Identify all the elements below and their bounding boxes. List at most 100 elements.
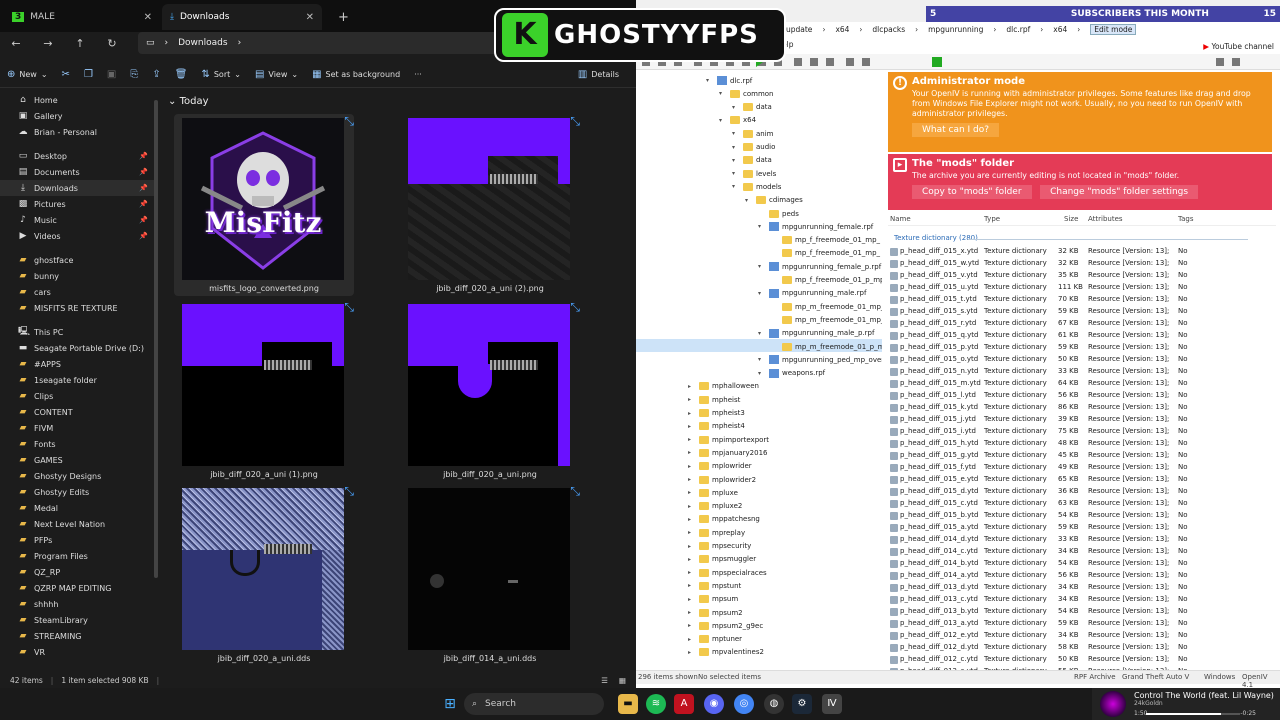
chevron-right-icon[interactable]: ▸ [688,582,696,589]
tree-node[interactable]: ▸ mphalloween [688,380,759,393]
file-tile[interactable]: ⤡ jbib_diff_014_a_uni.dds [400,484,580,666]
sidebar-item[interactable]: ▰ Fonts [0,436,158,452]
tree-node[interactable]: ▸ mpsum2_g9ec [688,619,763,632]
sidebar-item[interactable]: ▬ Seagate Portable Drive (D:) [0,340,158,356]
chevron-right-icon[interactable]: ▸ [688,423,696,430]
path-segment[interactable]: dlcpacks [872,25,905,34]
table-row[interactable]: p_head_diff_015_q.ytd Texture dictionary 6… [888,330,1248,342]
pin-icon[interactable]: 📌 [139,184,148,192]
chevron-down-icon[interactable]: ▾ [758,370,766,377]
tree-node[interactable]: ▸ mpluxe [688,486,738,499]
now-playing-widget[interactable]: Control The World (feat. Lil Wayne) 24kG… [1092,688,1280,720]
sidebar-item[interactable]: ☁ Brian - Personal [0,124,158,140]
tree-node[interactable]: ▾ mpgunrunning_ped_mp_overl [758,353,882,366]
chevron-down-icon[interactable]: ▾ [719,90,727,97]
tree-node[interactable]: mp_m_freemode_01_mp_ [771,300,882,313]
tree-node[interactable]: ▾ cdimages [745,194,803,207]
obs-icon[interactable]: ◍ [764,694,784,714]
sidebar-item[interactable]: ▰ CONTENT [0,404,158,420]
tree-node[interactable]: ▾ mpgunrunning_female_p.rpf [758,260,881,273]
pin-icon[interactable]: 📌 [139,152,148,160]
chevron-right-icon[interactable]: ▸ [688,476,696,483]
delete-button[interactable]: 🗑 [168,69,195,80]
chevron-down-icon[interactable]: ▾ [732,144,740,151]
tree-node[interactable]: ▾ mpgunrunning_male_p.rpf [758,327,874,340]
column-name[interactable]: Name [890,215,911,223]
edit-mode-button[interactable]: Edit mode [1090,23,1137,35]
pin-icon[interactable]: 📌 [139,168,148,176]
chevron-right-icon[interactable]: ▸ [688,396,696,403]
sidebar-item[interactable]: ▤ Documents 📌 [0,164,158,180]
tree-node[interactable]: ▸ mpsum2 [688,606,743,619]
pin-icon[interactable]: 📌 [139,232,148,240]
new-tab-button[interactable]: + [330,4,354,30]
tree-node[interactable]: ▸ mpsmuggler [688,553,756,566]
sidebar-item[interactable]: ▰ Medal [0,500,158,516]
share-button[interactable]: ⇪ [145,69,167,80]
table-row[interactable]: p_head_diff_015_k.ytd Texture dictionary 8… [888,402,1248,414]
chevron-right-icon[interactable]: ▸ [688,596,696,603]
tree-node[interactable]: ▸ mpimportexport [688,433,769,446]
table-row[interactable]: p_head_diff_014_a.ytd Texture dictionary 5… [888,570,1248,582]
chevron-right-icon[interactable]: ▸ [688,529,696,536]
rename-button[interactable]: ⎘ [123,69,145,80]
column-attributes[interactable]: Attributes [1088,215,1123,223]
sidebar-item[interactable]: ▰ Ghostyy Edits [0,484,158,500]
chevron-right-icon[interactable]: ▸ [688,543,696,550]
spotify-icon[interactable]: ≋ [646,694,666,714]
sidebar-item[interactable]: ▶ Videos 📌 [0,228,158,244]
table-row[interactable]: p_head_diff_013_d.ytd Texture dictionary 3… [888,582,1248,594]
chevron-down-icon[interactable]: ▾ [732,157,740,164]
tree-node[interactable]: ▾ mpgunrunning_female.rpf [758,220,873,233]
tree-node[interactable]: ▾ common [719,87,774,100]
sidebar-item[interactable]: ▰ MISFITS RE TEXTURE [0,300,158,316]
sidebar-item[interactable]: ▣ Gallery [0,108,158,124]
openiv-icon[interactable]: Ⅳ [822,694,842,714]
path-segment[interactable]: update [786,25,812,34]
chevron-down-icon[interactable]: ▾ [732,104,740,111]
table-row[interactable]: p_head_diff_015_d.ytd Texture dictionary 3… [888,486,1248,498]
column-tags[interactable]: Tags [1178,215,1194,223]
sidebar-item[interactable]: ▰ 1seagate folder [0,372,158,388]
chevron-down-icon[interactable]: ▾ [758,330,766,337]
tree-node[interactable]: ▸ mppatchesng [688,513,760,526]
tab-male[interactable]: 3 MALE ✕ [4,4,160,30]
table-row[interactable]: p_head_diff_015_o.ytd Texture dictionary 5… [888,354,1248,366]
chevron-right-icon[interactable]: ▸ [688,636,696,643]
set-background-button[interactable]: ▦ Set as background [305,69,407,80]
table-row[interactable]: p_head_diff_015_r.ytd Texture dictionary 6… [888,318,1248,330]
table-row[interactable]: p_head_diff_015_l.ytd Texture dictionary 5… [888,390,1248,402]
table-row[interactable]: p_head_diff_012_e.ytd Texture dictionary 3… [888,630,1248,642]
tree-node[interactable]: ▸ mpluxe2 [688,500,742,513]
table-row[interactable]: p_head_diff_015_s.ytd Texture dictionary 5… [888,306,1248,318]
tree-node[interactable]: ▸ mpvalentines2 [688,646,764,659]
tree-node[interactable]: mp_f_freemode_01_mp_ [771,247,880,260]
more-button[interactable]: ··· [407,70,429,79]
file-tile[interactable]: ⤡ jbib_diff_020_a_uni (1).png [174,300,354,482]
tree-node[interactable]: ▾ dlc.rpf [706,74,752,87]
table-row[interactable]: p_head_diff_012_c.ytd Texture dictionary 5… [888,654,1248,666]
chevron-down-icon[interactable]: ▾ [758,263,766,270]
discord-icon[interactable]: ◉ [704,694,724,714]
sidebar-item[interactable]: ▰ VR [0,644,158,660]
table-row[interactable]: p_head_diff_013_c.ytd Texture dictionary 3… [888,594,1248,606]
sidebar-item[interactable]: ▰ Ghostyy Designs [0,468,158,484]
chevron-right-icon[interactable]: ▸ [688,449,696,456]
path-segment[interactable]: mpgunrunning [928,25,983,34]
tree-node[interactable]: ▸ mpsecurity [688,540,751,553]
table-row[interactable]: p_head_diff_014_c.ytd Texture dictionary 3… [888,546,1248,558]
table-row[interactable]: p_head_diff_015_n.ytd Texture dictionary 3… [888,366,1248,378]
paste-button[interactable]: ▣ [100,69,123,80]
tree-node[interactable]: ▸ mpspecialraces [688,566,767,579]
view-button[interactable]: ▤ View ⌄ [248,69,305,80]
chevron-right-icon[interactable]: ▸ [688,463,696,470]
what-can-i-do-button[interactable]: What can I do? [912,123,1000,137]
table-row[interactable]: p_head_diff_015_j.ytd Texture dictionary 3… [888,414,1248,426]
chevron-right-icon[interactable]: ▸ [688,622,696,629]
sidebar-item[interactable]: ▰ ghostface [0,252,158,268]
close-icon[interactable]: ✕ [306,12,314,23]
chevron-right-icon[interactable]: ▸ [688,609,696,616]
chevron-down-icon[interactable]: ▾ [732,130,740,137]
path-segment[interactable]: x64 [1053,25,1067,34]
tree-node[interactable]: ▸ mpjanuary2016 [688,446,768,459]
